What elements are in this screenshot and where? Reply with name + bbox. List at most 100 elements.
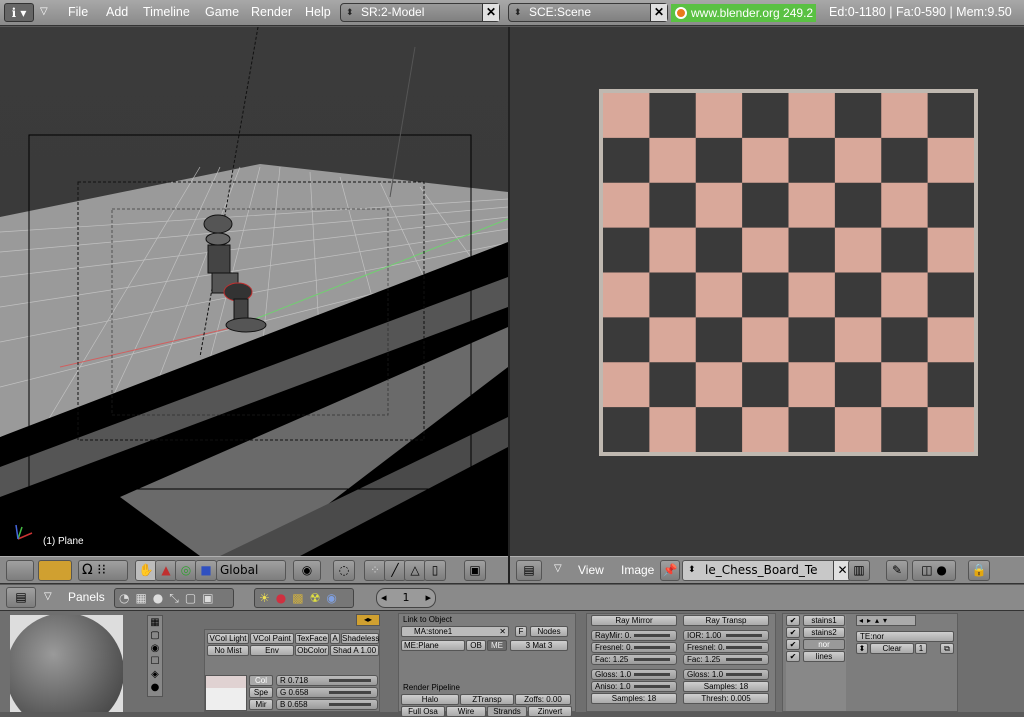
blender-website-link[interactable]: www.blender.org 249.2 xyxy=(671,4,817,22)
color-swatch[interactable] xyxy=(205,675,247,711)
texface-toggle[interactable]: TexFace xyxy=(295,633,329,644)
spe-tab[interactable]: Spe xyxy=(249,687,273,698)
frame-number-field[interactable]: ◂ 1 ▸ xyxy=(376,588,436,608)
orientation-select[interactable]: Global xyxy=(216,560,286,581)
vertex-select-icon[interactable]: ⁘ xyxy=(364,560,386,581)
occlude-icon[interactable]: ▯ xyxy=(424,560,446,581)
texture-link-icon[interactable]: ⧉ xyxy=(940,643,954,654)
mesh-link-field[interactable]: ME:Plane xyxy=(401,640,465,651)
scene-selector[interactable]: ⬍ SCE:Scene ✕ xyxy=(508,3,668,22)
collapse-menu-icon[interactable]: ▽ xyxy=(554,563,562,574)
3d-viewport[interactable]: (1) Plane xyxy=(0,27,508,556)
texture-arrow-buttons[interactable]: ◂▸▴▾ xyxy=(856,615,916,626)
col-tab[interactable]: Col xyxy=(249,675,273,686)
image-editor-viewport[interactable] xyxy=(510,27,1024,556)
menu-help[interactable]: Help xyxy=(305,5,331,19)
texture-slot-3-check[interactable]: ✔ xyxy=(786,639,800,650)
green-slider[interactable]: G 0.658 xyxy=(276,687,378,698)
menu-toggle-icon[interactable] xyxy=(6,560,34,581)
image-browse[interactable]: le_Chess_Board_Te ⬍ ✕ xyxy=(682,560,852,581)
texture-slot-1-check[interactable]: ✔ xyxy=(786,615,800,626)
menu-timeline[interactable]: Timeline xyxy=(143,5,190,19)
obcolor-toggle[interactable]: ObColor xyxy=(295,645,329,656)
material-browse[interactable]: MA:stone1 ✕ xyxy=(401,626,509,637)
ztransp-toggle[interactable]: ZTransp xyxy=(460,694,514,705)
hand-manipulator-icon[interactable]: ✋ xyxy=(135,560,157,581)
close-icon[interactable]: ✕ xyxy=(650,4,667,21)
menu-add[interactable]: Add xyxy=(106,5,128,19)
fac-slider[interactable]: Fac: 1.25 xyxy=(591,654,677,665)
screen-selector[interactable]: ⬍ SR:2-Model ✕ xyxy=(340,3,500,22)
pivot-icon[interactable]: Ω ⁝⁝ xyxy=(78,560,128,581)
transp-fresnel-slider[interactable]: Fresnel: 0. xyxy=(683,642,769,653)
rotate-icon[interactable]: ◎ xyxy=(175,560,197,581)
lock-icon[interactable]: 🔒 xyxy=(968,560,990,581)
texture-slot-2-check[interactable]: ✔ xyxy=(786,627,800,638)
clear-texture-button[interactable]: Clear xyxy=(870,643,914,654)
thresh-field[interactable]: Thresh: 0.005 xyxy=(683,693,769,704)
proportional-edit-icon[interactable]: ◉ xyxy=(293,560,321,581)
edge-select-icon[interactable]: ╱ xyxy=(384,560,406,581)
collapse-menu-icon[interactable]: ▽ xyxy=(40,6,48,17)
menu-render[interactable]: Render xyxy=(251,5,292,19)
red-slider[interactable]: R 0.718 xyxy=(276,675,378,686)
ray-mirror-toggle[interactable]: Ray Mirror xyxy=(591,615,677,626)
texture-slot-list[interactable]: ✔ stains1 ✔ stains2 ✔ nor ✔ lines xyxy=(786,615,846,711)
texture-browse-icon[interactable]: ⬍ xyxy=(856,643,868,654)
texture-slot-4[interactable]: lines xyxy=(803,651,845,662)
arrow-right-icon[interactable]: ▸ xyxy=(425,589,431,607)
halo-toggle[interactable]: Halo xyxy=(401,694,459,705)
render-view-icon[interactable]: ▣ xyxy=(464,560,486,581)
scale-icon[interactable]: ■ xyxy=(195,560,217,581)
zoffs-field[interactable]: Zoffs: 0.00 xyxy=(515,694,571,705)
menu-image[interactable]: Image xyxy=(621,563,654,577)
menu-file[interactable]: File xyxy=(68,5,88,19)
nodes-toggle[interactable]: Nodes xyxy=(530,626,568,637)
close-icon[interactable]: ✕ xyxy=(482,4,499,21)
no-mist-toggle[interactable]: No Mist xyxy=(207,645,249,656)
ob-link-button[interactable]: OB xyxy=(466,640,486,651)
editor-type-icon[interactable]: ▤ xyxy=(516,560,542,581)
mir-tab[interactable]: Mir xyxy=(249,699,273,710)
uv-sync-icon[interactable]: ✎ xyxy=(886,560,908,581)
fresnel-slider[interactable]: Fresnel: 0. xyxy=(591,642,677,653)
alpha-toggle[interactable]: A xyxy=(330,633,340,644)
ior-slider[interactable]: IOR: 1.00 xyxy=(683,630,769,641)
texture-slot-4-check[interactable]: ✔ xyxy=(786,651,800,662)
collapse-menu-icon[interactable]: ▽ xyxy=(44,591,52,602)
panels-menu[interactable]: Panels xyxy=(68,590,105,604)
menu-view[interactable]: View xyxy=(578,563,604,577)
fake-user-toggle[interactable]: F xyxy=(515,626,527,637)
info-window-icon[interactable]: i ▾ xyxy=(4,3,34,22)
pack-icon[interactable]: ▥ xyxy=(848,560,870,581)
view-toggle-icon[interactable]: ◫ ● xyxy=(912,560,956,581)
texture-users-count[interactable]: 1 xyxy=(915,643,927,654)
context-icons[interactable]: ◔▦●⤡▢▣ xyxy=(114,588,234,608)
vcol-light-toggle[interactable]: VCol Light xyxy=(207,633,249,644)
transp-fac-slider[interactable]: Fac: 1.25 xyxy=(683,654,769,665)
raymir-slider[interactable]: RayMir: 0. xyxy=(591,630,677,641)
env-toggle[interactable]: Env xyxy=(250,645,294,656)
texture-name-field[interactable]: TE:nor xyxy=(856,631,954,642)
texture-slot-1[interactable]: stains1 xyxy=(803,615,845,626)
mode-select-icon[interactable] xyxy=(38,560,72,581)
mirror-gloss-slider[interactable]: Gloss: 1.0 xyxy=(591,669,677,680)
panel-arrows-icon[interactable]: ◂▸ xyxy=(356,614,380,626)
me-link-button[interactable]: ME xyxy=(487,640,507,651)
vcol-paint-toggle[interactable]: VCol Paint xyxy=(250,633,294,644)
mirror-samples-field[interactable]: Samples: 18 xyxy=(591,693,677,704)
aniso-slider[interactable]: Aniso: 1.0 xyxy=(591,681,677,692)
translate-icon[interactable]: ▲ xyxy=(155,560,177,581)
blue-slider[interactable]: B 0.658 xyxy=(276,699,378,710)
preview-type-icons[interactable]: ▦ ▢ ◉ ☐ ◈ ● xyxy=(147,615,163,697)
texture-slot-2[interactable]: stains2 xyxy=(803,627,845,638)
shading-icons[interactable]: ☀●▩☢◉ xyxy=(254,588,354,608)
menu-game[interactable]: Game xyxy=(205,5,239,19)
face-select-icon[interactable]: △ xyxy=(404,560,426,581)
editor-type-icon[interactable]: ▤ xyxy=(6,587,36,608)
arrow-left-icon[interactable]: ◂ xyxy=(381,589,387,607)
material-index-field[interactable]: 3 Mat 3 xyxy=(510,640,568,651)
shad-alpha-field[interactable]: Shad A 1.00 xyxy=(330,645,379,656)
pin-icon[interactable]: 📌 xyxy=(660,560,680,581)
snap-icon[interactable]: ◌ xyxy=(333,560,355,581)
